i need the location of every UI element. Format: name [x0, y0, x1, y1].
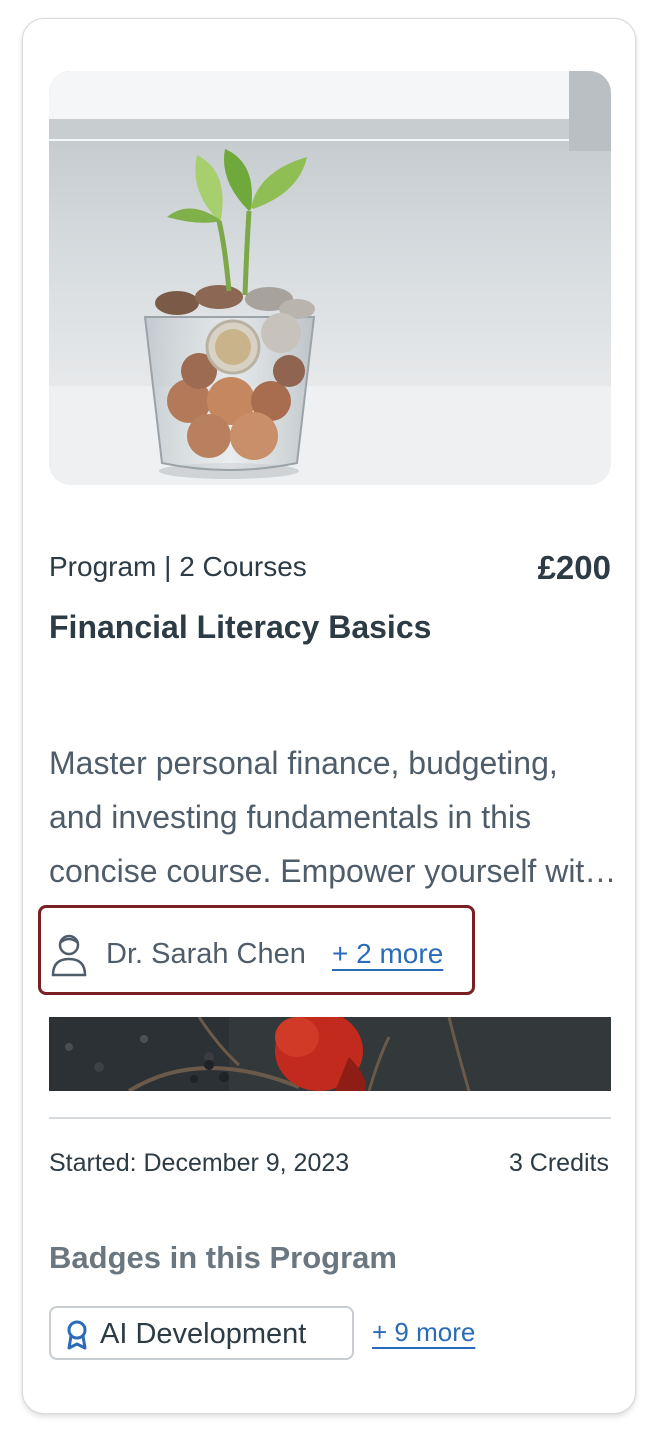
more-instructors-link[interactable]: + 2 more [332, 938, 443, 970]
started-date: Started: December 9, 2023 [49, 1149, 350, 1177]
program-title[interactable]: Financial Literacy Basics [49, 609, 431, 646]
program-description: Master personal finance, budgeting, and … [49, 745, 603, 889]
credits: 3 Credits [508, 1149, 609, 1177]
badge-label: AI Development [100, 1318, 307, 1350]
person-icon [51, 934, 87, 977]
program-meta: Program | 2 Courses [49, 551, 307, 582]
badge-pill-ai-development[interactable]: AI Development [49, 1306, 354, 1360]
price: £200 [537, 549, 611, 586]
more-badges-link[interactable]: + 9 more [372, 1317, 475, 1348]
course-hero-image [49, 71, 611, 485]
divider [49, 1117, 611, 1119]
meta-row: Program | 2 Courses £200 [49, 549, 611, 586]
badge-ribbon-icon [67, 1320, 87, 1350]
instructor-name: Dr. Sarah Chen [106, 938, 306, 970]
program-card[interactable]: Program | 2 Courses £200 Financial Liter… [22, 18, 636, 1414]
bird-image-strip [49, 1017, 611, 1091]
badges-heading: Badges in this Program [49, 1240, 397, 1275]
